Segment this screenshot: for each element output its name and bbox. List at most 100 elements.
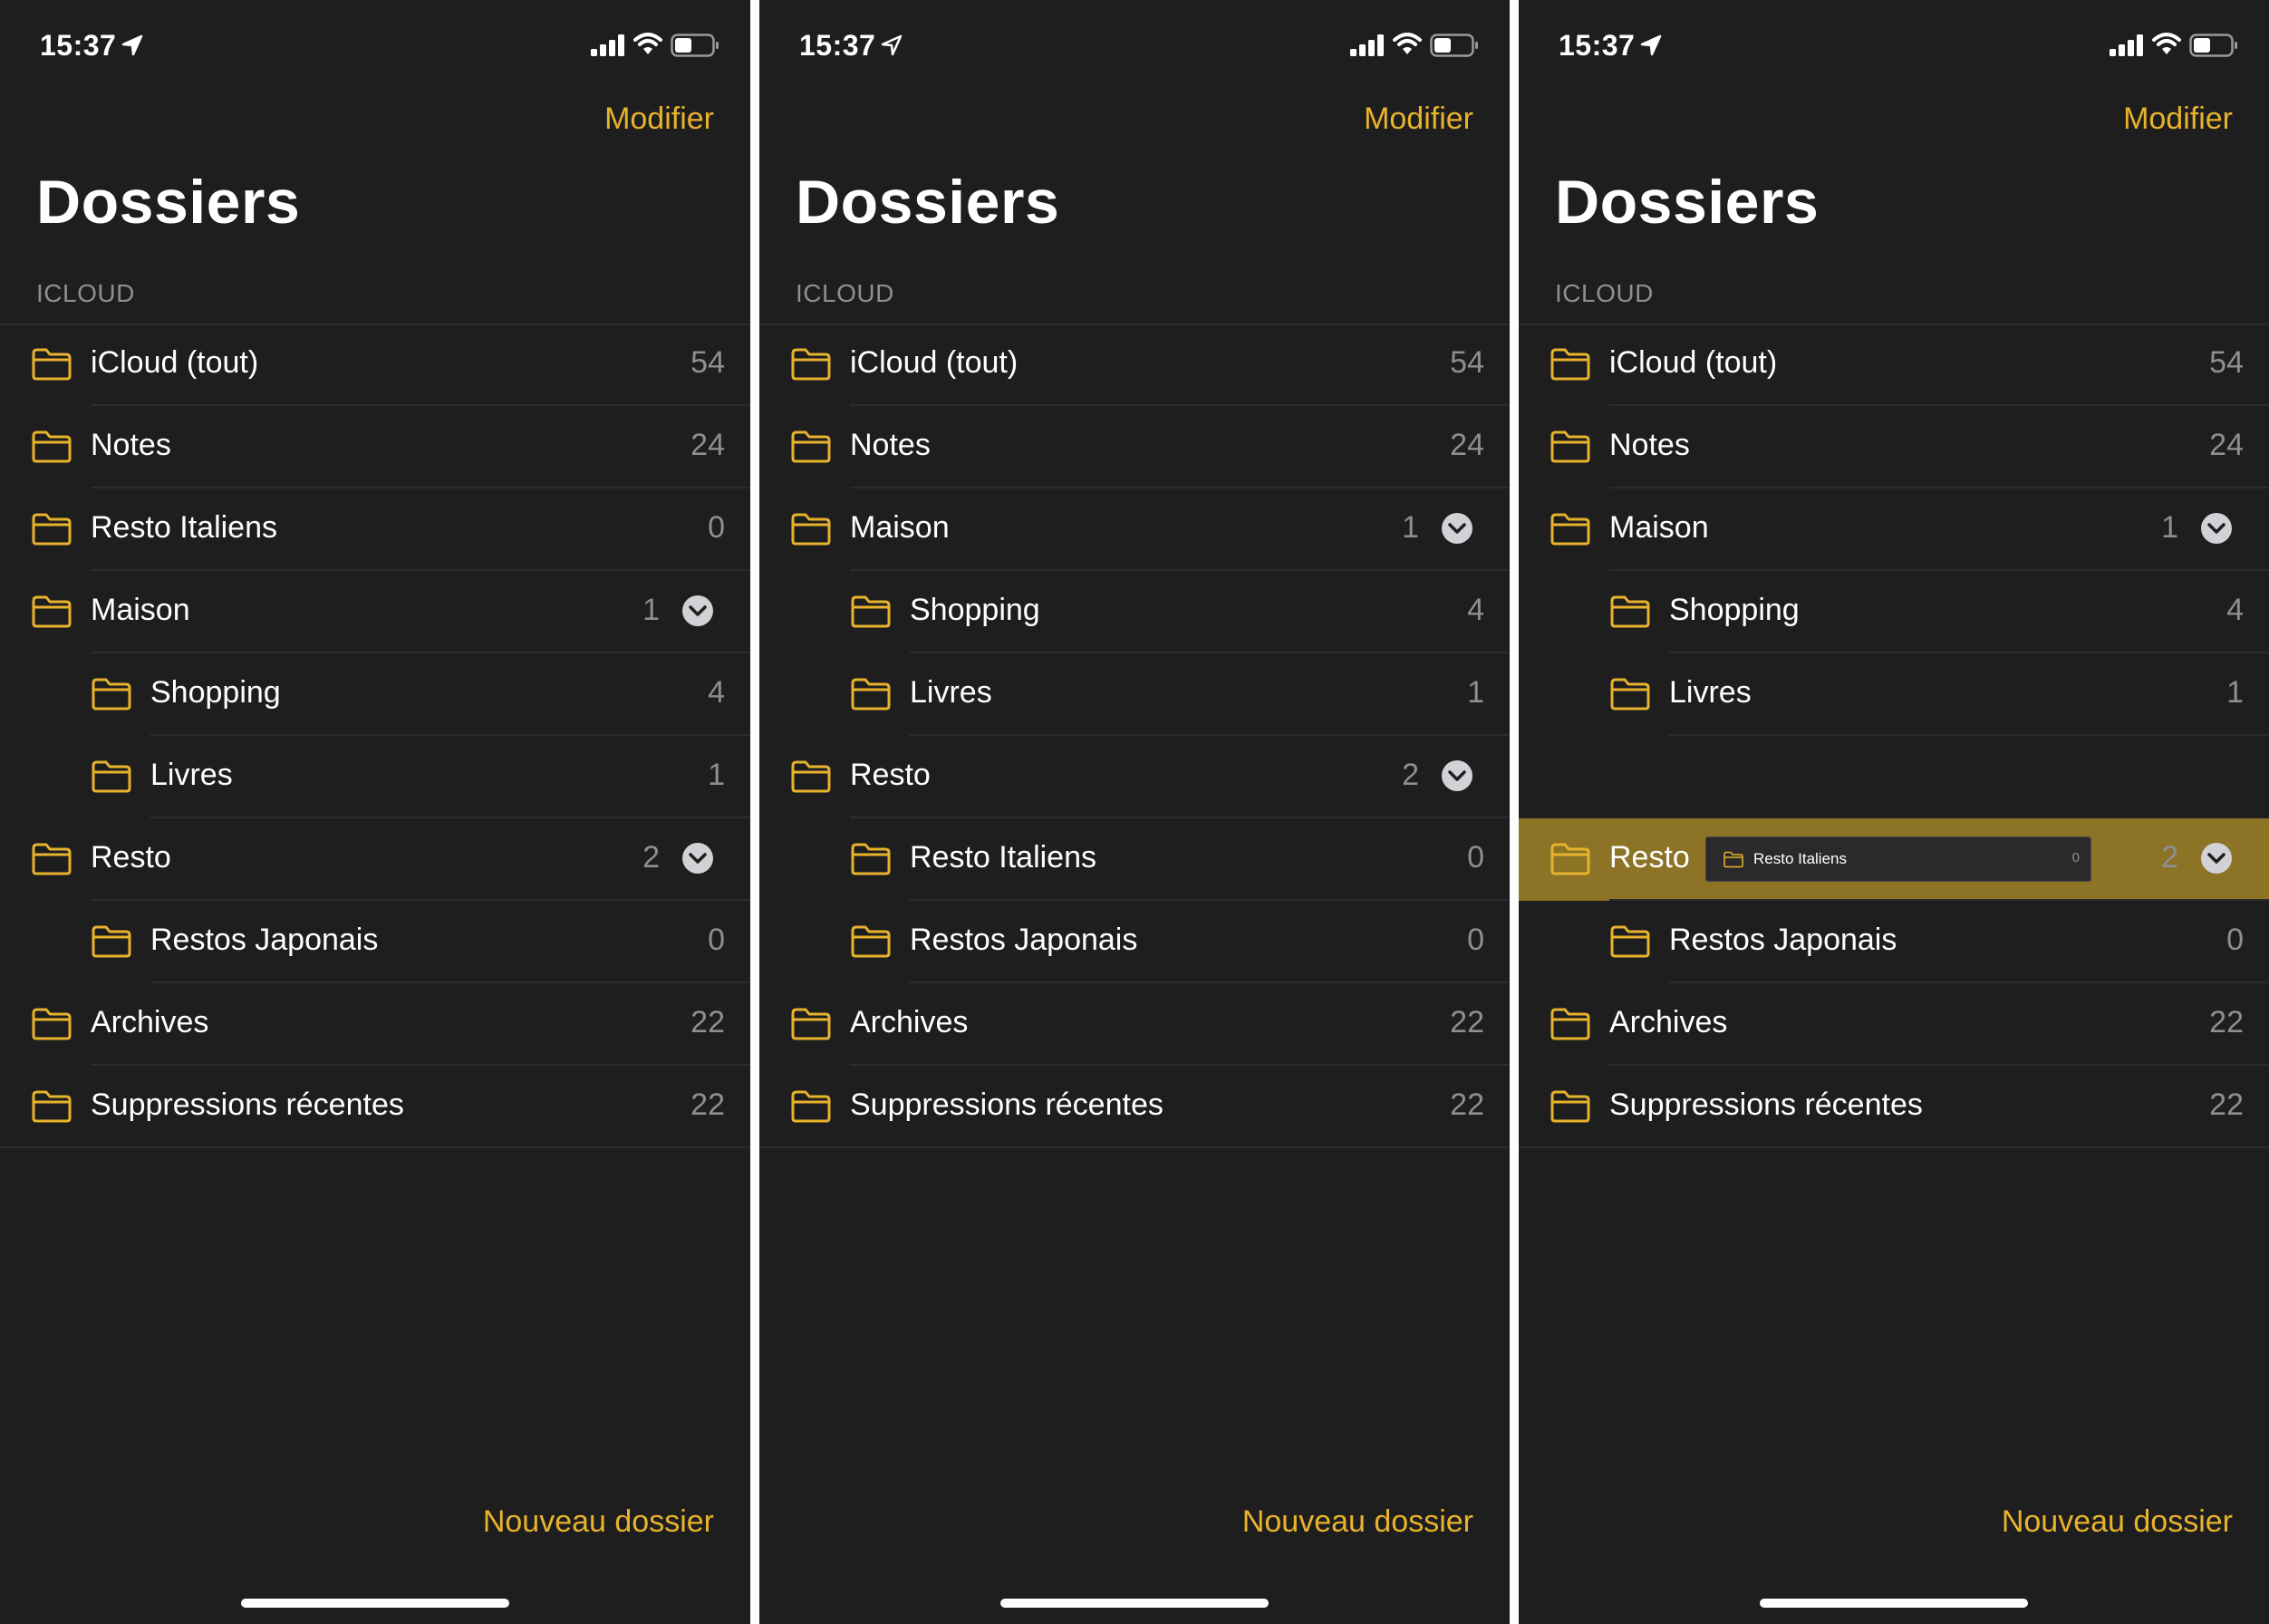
battery-icon — [1430, 34, 1478, 57]
folder-row[interactable]: Maison 1 — [0, 571, 750, 653]
folder-row[interactable]: Shopping 4 — [1519, 571, 2269, 653]
folder-row[interactable]: Archives 22 — [0, 983, 750, 1066]
folder-row[interactable]: Restos Japonais 0 — [759, 901, 1510, 983]
edit-button[interactable]: Modifier — [2123, 102, 2233, 137]
note-count: 22 — [690, 1088, 725, 1122]
folder-icon — [31, 345, 72, 382]
folder-row[interactable]: Restos Japonais 0 — [0, 901, 750, 983]
note-count: 4 — [1467, 593, 1484, 627]
chevron-down-icon[interactable] — [681, 842, 714, 875]
chevron-down-icon[interactable] — [2200, 512, 2233, 545]
separator — [0, 1146, 750, 1148]
folder-row[interactable]: Restos Japonais 0 — [1519, 901, 2269, 983]
edit-button[interactable]: Modifier — [604, 102, 714, 137]
chevron-down-icon[interactable] — [1441, 512, 1473, 545]
folder-row[interactable]: iCloud (tout) 54 — [1519, 324, 2269, 406]
note-count: 24 — [690, 428, 725, 462]
folder-icon — [790, 345, 832, 382]
section-header-icloud: ICLOUD — [1555, 279, 1654, 307]
note-count: 22 — [690, 1005, 725, 1039]
folder-icon — [1609, 593, 1651, 629]
folder-name: Archives — [1609, 1005, 1728, 1039]
note-count: 0 — [708, 510, 725, 545]
status-time: 15:37 — [799, 29, 876, 62]
folder-row[interactable]: Shopping 4 — [759, 571, 1510, 653]
folder-row[interactable]: Resto 2 Resto Italiens 0 — [1519, 818, 2269, 901]
folder-row[interactable]: Notes 24 — [1519, 406, 2269, 488]
folder-row[interactable]: Livres 1 — [759, 653, 1510, 736]
folder-row[interactable]: Resto Italiens 0 — [0, 488, 750, 571]
note-count: 1 — [1402, 510, 1419, 545]
cellular-signal-icon — [1350, 34, 1384, 56]
status-bar: 15:37 — [0, 0, 750, 91]
folder-row[interactable]: Suppressions récentes 22 — [0, 1066, 750, 1148]
folder-name: Resto — [850, 758, 931, 792]
note-count: 54 — [1450, 345, 1484, 380]
folder-list: iCloud (tout) 54 Notes 24 Maison 1 Shopp… — [759, 324, 1510, 1148]
wifi-icon — [1393, 33, 1422, 54]
note-count: 0 — [1467, 923, 1484, 957]
chevron-down-icon[interactable] — [681, 594, 714, 627]
battery-icon — [671, 34, 719, 57]
note-count: 4 — [2226, 593, 2244, 627]
note-count: 0 — [2226, 923, 2244, 957]
folder-row[interactable]: Notes 24 — [759, 406, 1510, 488]
folder-row[interactable]: Maison 1 — [1519, 488, 2269, 571]
folder-name: Suppressions récentes — [850, 1088, 1163, 1122]
folder-row[interactable]: Resto 2 — [0, 818, 750, 901]
folder-name: Shopping — [1669, 593, 1800, 627]
new-folder-button[interactable]: Nouveau dossier — [2002, 1504, 2233, 1540]
folder-row[interactable]: Archives 22 — [1519, 983, 2269, 1066]
new-folder-button[interactable]: Nouveau dossier — [1242, 1504, 1473, 1540]
folder-name: Restos Japonais — [910, 923, 1138, 957]
new-folder-button[interactable]: Nouveau dossier — [483, 1504, 714, 1540]
chevron-down-icon[interactable] — [2200, 842, 2233, 875]
folder-row[interactable]: Suppressions récentes 22 — [1519, 1066, 2269, 1148]
folder-row[interactable]: Livres 1 — [0, 736, 750, 818]
folder-icon — [1609, 923, 1651, 959]
folder-row[interactable]: iCloud (tout) 54 — [0, 324, 750, 406]
separator — [1519, 1146, 2269, 1148]
folder-row[interactable]: Archives 22 — [759, 983, 1510, 1066]
edit-button[interactable]: Modifier — [1364, 102, 1473, 137]
note-count: 22 — [2209, 1088, 2244, 1122]
chevron-down-icon[interactable] — [1441, 759, 1473, 792]
folder-name: Resto — [1609, 840, 1690, 875]
home-indicator[interactable] — [1000, 1599, 1269, 1608]
folder-row[interactable]: Livres 1 — [1519, 653, 2269, 736]
status-time: 15:37 — [40, 29, 117, 62]
note-count: 54 — [690, 345, 725, 380]
wifi-icon — [2152, 33, 2181, 54]
folder-row[interactable]: Resto Italiens 0 — [759, 818, 1510, 901]
note-count: 54 — [2209, 345, 2244, 380]
folder-row[interactable]: Notes 24 — [0, 406, 750, 488]
folder-name: iCloud (tout) — [1609, 345, 1778, 380]
folder-name: Maison — [91, 593, 190, 627]
folder-name: Resto — [91, 840, 171, 875]
folder-row[interactable]: Suppressions récentes 22 — [759, 1066, 1510, 1148]
folder-name: Shopping — [150, 675, 281, 710]
section-header-icloud: ICLOUD — [36, 279, 135, 307]
note-count: 0 — [1467, 840, 1484, 875]
folder-row[interactable]: iCloud (tout) 54 — [759, 324, 1510, 406]
folder-name: Restos Japonais — [1669, 923, 1897, 957]
folder-row[interactable]: Resto 2 — [759, 736, 1510, 818]
folder-row[interactable]: Maison 1 — [759, 488, 1510, 571]
status-bar: 15:37 — [1519, 0, 2269, 91]
status-time: 15:37 — [1559, 29, 1636, 62]
folder-name: Suppressions récentes — [91, 1088, 404, 1122]
folder-row[interactable]: Shopping 4 — [0, 653, 750, 736]
folder-name: Maison — [850, 510, 950, 545]
folder-icon — [31, 1005, 72, 1041]
phone-screen: 15:37 Modifier Dossiers ICLOUD iCloud (t… — [759, 0, 1510, 1624]
folder-name: Archives — [91, 1005, 209, 1039]
folder-icon — [1550, 345, 1591, 382]
section-header-icloud: ICLOUD — [796, 279, 894, 307]
folder-name: Maison — [1609, 510, 1709, 545]
folder-icon — [850, 923, 892, 959]
home-indicator[interactable] — [241, 1599, 509, 1608]
page-title: Dossiers — [36, 168, 301, 237]
dragged-folder-preview[interactable]: Resto Italiens 0 — [1705, 836, 2091, 882]
home-indicator[interactable] — [1760, 1599, 2028, 1608]
note-count: 2 — [2161, 840, 2178, 875]
